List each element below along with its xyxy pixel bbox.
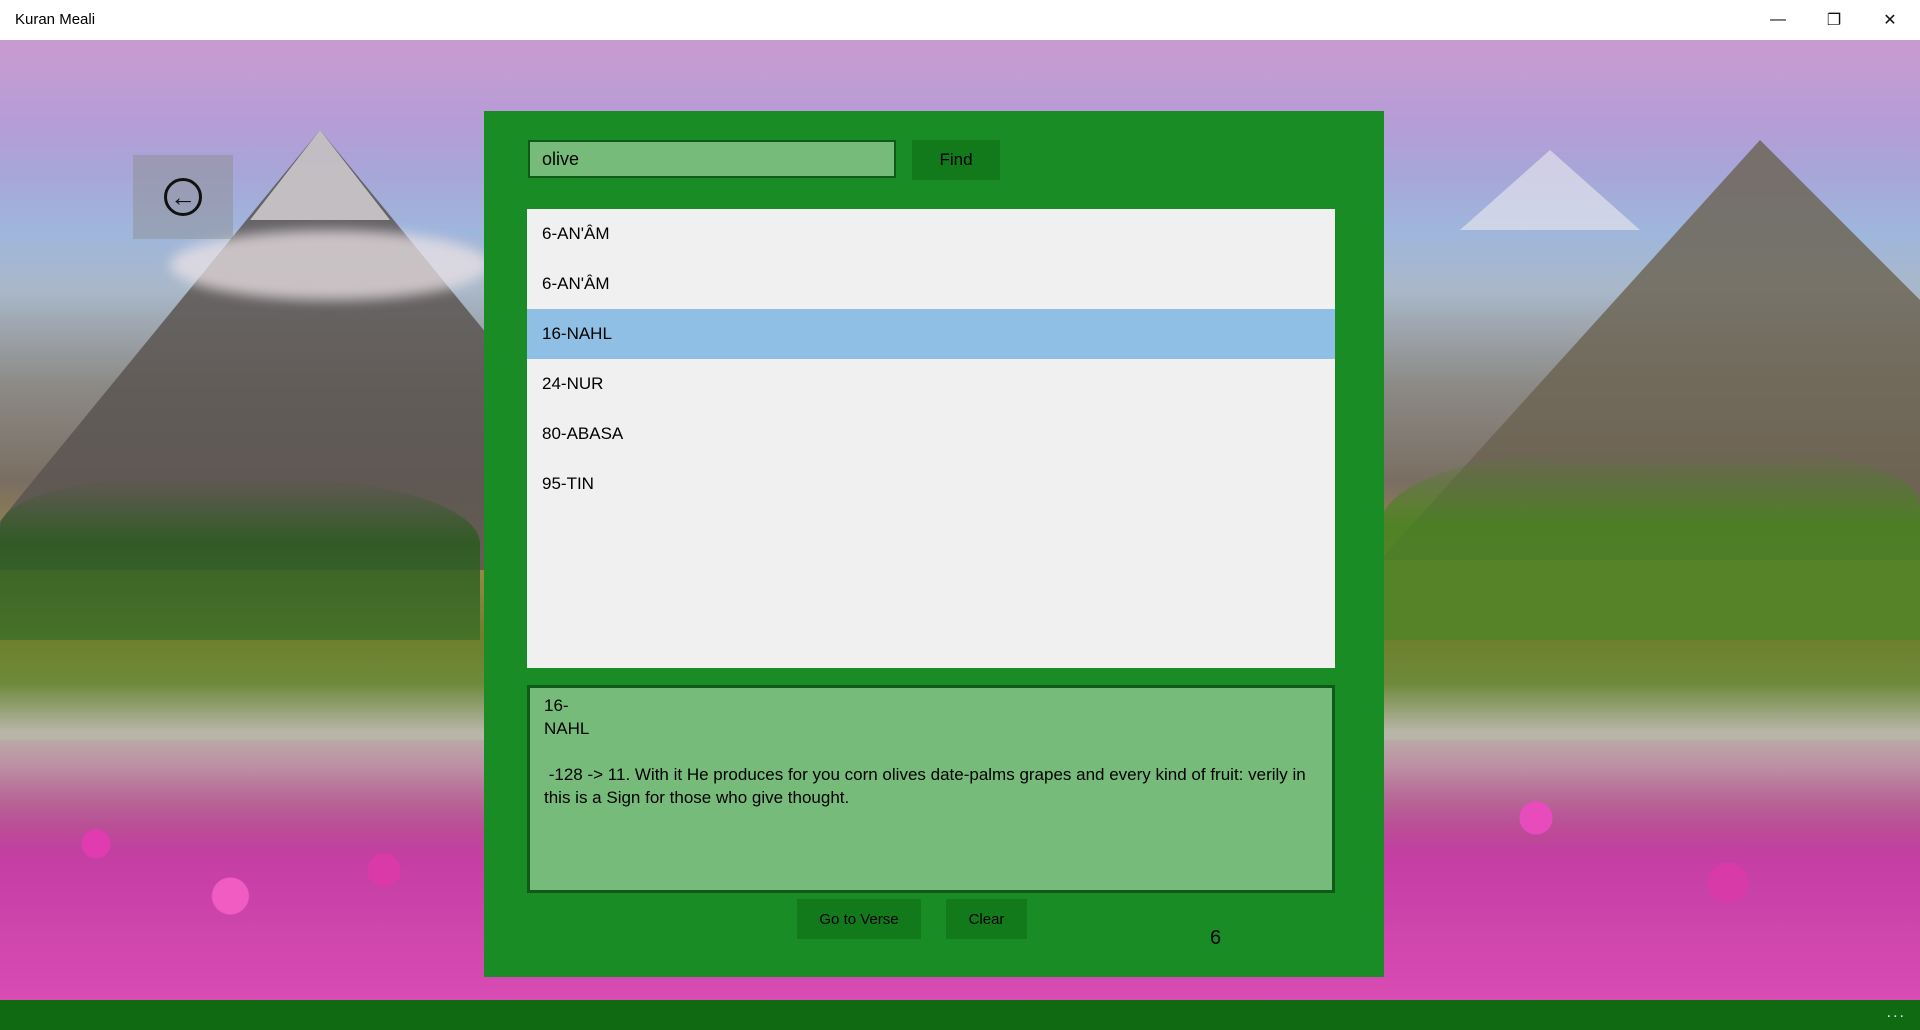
more-options-icon[interactable]: ... [1887, 1004, 1906, 1022]
back-arrow-icon: ← [164, 178, 202, 216]
search-panel: Find 6-AN'ÂM6-AN'ÂM16-NAHL24-NUR80-ABASA… [484, 111, 1384, 977]
close-icon: ✕ [1883, 12, 1897, 29]
results-list[interactable]: 6-AN'ÂM 6-AN'ÂM 16-NAHL 24-NUR 80-ABASA 95-TI… [527, 209, 1335, 668]
clear-button[interactable]: Clear [946, 899, 1027, 939]
result-item[interactable]: 6-AN'ÂM [527, 209, 1335, 259]
result-item[interactable]: 80-ABASA [527, 409, 1335, 459]
bottom-app-bar: ... [0, 1000, 1920, 1030]
result-count: 6 [1210, 927, 1222, 949]
find-button[interactable]: Find [912, 140, 1000, 180]
result-item[interactable]: 95-TIN [527, 459, 1335, 509]
result-item[interactable]: 24-NUR [527, 359, 1335, 409]
title-bar: Kuran Meali — ❐ ✕ [0, 0, 1920, 40]
verse-text-box[interactable]: 16- NAHL -128 -> 11. With it He produces… [527, 685, 1335, 893]
search-input[interactable] [528, 140, 896, 178]
go-to-verse-button[interactable]: Go to Verse [797, 899, 921, 939]
result-item[interactable]: 6-AN'ÂM [527, 259, 1335, 309]
back-button[interactable]: ← [133, 155, 233, 239]
result-item[interactable]: 16-NAHL [527, 309, 1335, 359]
cloud-mist [170, 230, 490, 300]
trees-right [1380, 450, 1920, 640]
close-button[interactable]: ✕ [1862, 0, 1918, 40]
snow-peak-right [1460, 150, 1640, 230]
snow-peak-left [250, 130, 390, 220]
restore-icon: ❐ [1826, 12, 1842, 29]
minimize-icon: — [1770, 11, 1786, 28]
back-arrow-glyph: ← [170, 182, 196, 212]
minimize-button[interactable]: — [1750, 0, 1806, 40]
restore-button[interactable]: ❐ [1806, 0, 1862, 40]
app-title: Kuran Meali [15, 11, 96, 28]
trees-left [0, 480, 480, 640]
